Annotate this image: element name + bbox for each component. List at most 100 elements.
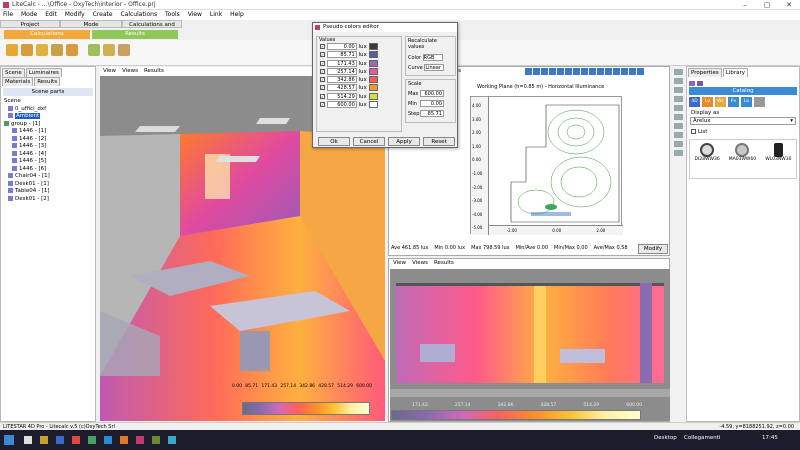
tree-item[interactable]: 0_uffici_dxf — [4, 105, 92, 114]
tab-project[interactable]: Project — [0, 20, 60, 28]
tool-icon[interactable] — [597, 68, 604, 75]
color-swatch[interactable] — [368, 76, 378, 84]
tool-icon[interactable] — [589, 68, 596, 75]
side-tool-icon[interactable] — [674, 114, 683, 120]
tree-item[interactable]: Scene — [4, 98, 92, 106]
value-checkbox[interactable]: ✓ — [320, 60, 325, 66]
view3d-tab-views[interactable]: Views — [122, 68, 138, 74]
side-tool-icon[interactable] — [674, 105, 683, 111]
max-input[interactable]: 600.00 — [420, 90, 444, 97]
start-icon[interactable] — [4, 435, 14, 445]
menu-tools[interactable]: Tools — [162, 10, 183, 20]
calc-tool-4-icon[interactable] — [51, 44, 63, 56]
side-tool-icon[interactable] — [674, 96, 683, 102]
lib-tool-icon[interactable] — [697, 81, 703, 86]
step-input[interactable]: 85.71 — [420, 110, 444, 117]
catalog-tool-icon[interactable] — [754, 97, 765, 107]
taskbar-app-icon[interactable] — [56, 436, 64, 444]
close-button[interactable]: ✕ — [778, 0, 800, 10]
color-swatch[interactable] — [368, 51, 378, 59]
tool-icon[interactable] — [525, 68, 532, 75]
value-checkbox[interactable]: ✓ — [320, 77, 325, 83]
catalog-tool-lv[interactable]: Lv — [702, 97, 713, 107]
tree-item[interactable]: group - [1] — [4, 120, 92, 129]
tree-item-selected[interactable]: Ambient — [4, 113, 92, 121]
tree-item[interactable]: Table04 - [1] — [4, 188, 92, 196]
side-tool-icon[interactable] — [674, 78, 683, 84]
color-swatch[interactable] — [368, 92, 378, 100]
list-toggle[interactable]: List — [691, 129, 795, 135]
taskbar-app-icon[interactable] — [168, 436, 176, 444]
taskbar-app-icon[interactable] — [136, 436, 144, 444]
tool-icon[interactable] — [541, 68, 548, 75]
tool-icon[interactable] — [605, 68, 612, 75]
side-tool-icon[interactable] — [674, 123, 683, 129]
tab-calculations-results[interactable]: Calculations and Results — [122, 20, 182, 36]
tree-item[interactable]: 1446 - [1] — [4, 128, 92, 136]
catalog-tool-ws[interactable]: Ws — [715, 97, 726, 107]
tool-icon[interactable] — [629, 68, 636, 75]
tool-icon[interactable] — [549, 68, 556, 75]
calc-tool-2-icon[interactable] — [21, 44, 33, 56]
taskbar-links-label[interactable]: Collegamenti — [684, 435, 720, 441]
menu-view[interactable]: View — [185, 10, 205, 20]
color-swatch[interactable] — [368, 84, 378, 92]
minimize-button[interactable]: – — [734, 0, 756, 10]
side-tool-icon[interactable] — [674, 150, 683, 156]
menu-file[interactable]: File — [0, 10, 16, 20]
maximize-button[interactable]: ▢ — [756, 0, 778, 10]
tree-item[interactable]: 1446 - [4] — [4, 150, 92, 159]
color-swatch[interactable] — [368, 43, 378, 50]
side-tool-icon[interactable] — [674, 132, 683, 138]
value-input[interactable]: 428.57 — [326, 84, 357, 92]
tree-item[interactable]: Chair04 - [1] — [4, 173, 92, 181]
taskbar-desktop-label[interactable]: Desktop — [654, 435, 677, 441]
menu-help[interactable]: Help — [227, 10, 247, 20]
curve-select[interactable]: Linear — [424, 64, 445, 71]
tool-icon[interactable] — [621, 68, 628, 75]
results-tool-3-icon[interactable] — [118, 44, 130, 56]
illuminance-plot[interactable]: 4.00 3.00 2.00 1.00 0.00 -1.00 -2.00 -3.… — [470, 96, 623, 235]
tree-item[interactable]: 1446 - [6] — [4, 165, 92, 174]
tab-materials[interactable]: Materials — [2, 77, 34, 86]
tool-icon[interactable] — [573, 68, 580, 75]
taskbar-app-icon[interactable] — [120, 436, 128, 444]
menu-modify[interactable]: Modify — [62, 10, 88, 20]
bottom-tab-views[interactable]: Views — [412, 260, 428, 266]
cancel-button[interactable]: Cancel — [353, 137, 385, 146]
taskbar-app-icon[interactable] — [40, 436, 48, 444]
tab-results[interactable]: Results — [34, 77, 61, 86]
tool-icon[interactable] — [637, 68, 644, 75]
tab-library[interactable]: Library — [722, 68, 749, 77]
side-tool-icon[interactable] — [674, 69, 683, 75]
tree-item[interactable]: Desk01 - [1] — [4, 180, 92, 189]
color-swatch[interactable] — [368, 67, 378, 75]
luminaire-item[interactable]: MA03WW60 — [729, 143, 756, 178]
tool-icon[interactable] — [565, 68, 572, 75]
side-tool-icon[interactable] — [674, 87, 683, 93]
taskbar-app-icon[interactable] — [24, 436, 32, 444]
calc-tool-1-icon[interactable] — [6, 44, 18, 56]
display-as-select[interactable]: Arelux ▾ — [690, 117, 796, 125]
reset-button[interactable]: Reset — [423, 137, 455, 146]
bottom-tab-view[interactable]: View — [393, 260, 406, 266]
list-checkbox[interactable] — [691, 129, 696, 134]
luminaire-item[interactable]: WL03NW30 — [765, 143, 791, 178]
taskbar-app-icon[interactable] — [72, 436, 80, 444]
ok-button[interactable]: Ok — [318, 137, 350, 146]
lib-tool-icon[interactable] — [689, 81, 695, 86]
calc-tool-3-icon[interactable] — [36, 44, 48, 56]
taskbar-app-icon[interactable] — [88, 436, 96, 444]
modify-button[interactable]: Modify — [638, 244, 668, 254]
view3d-tab-results[interactable]: Results — [144, 68, 164, 74]
value-checkbox[interactable]: ✓ — [320, 52, 325, 58]
taskbar-app-icon[interactable] — [152, 436, 160, 444]
value-checkbox[interactable]: ✓ — [320, 85, 325, 91]
value-input[interactable]: 600.00 — [326, 101, 357, 109]
menu-link[interactable]: Link — [207, 10, 225, 20]
catalog-tool-lo[interactable]: Lo — [741, 97, 752, 107]
tool-icon[interactable] — [613, 68, 620, 75]
value-input[interactable]: 514.29 — [326, 92, 357, 100]
tree-item[interactable]: 1446 - [3] — [4, 143, 92, 151]
menu-mode[interactable]: Mode — [18, 10, 40, 20]
